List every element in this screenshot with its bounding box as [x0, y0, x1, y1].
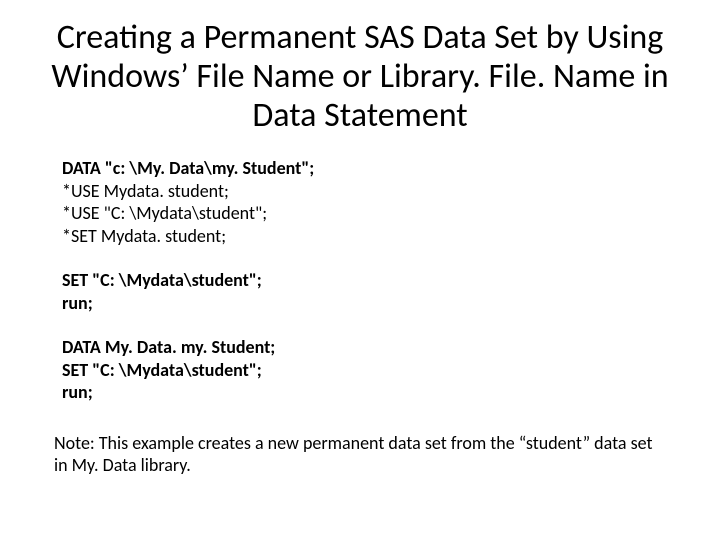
code-line: *USE "C: \Mydata\student";	[62, 202, 670, 225]
code-block-2: SET "C: \Mydata\student"; run;	[62, 269, 670, 314]
code-line: DATA My. Data. my. Student;	[62, 336, 670, 359]
code-block-1: DATA "c: \My. Data\my. Student"; *USE My…	[62, 157, 670, 247]
code-line: DATA "c: \My. Data\my. Student";	[62, 157, 670, 180]
code-line: SET "C: \Mydata\student";	[62, 269, 670, 292]
code-line: SET "C: \Mydata\student";	[62, 359, 670, 382]
code-line: *USE Mydata. student;	[62, 180, 670, 203]
code-line: run;	[62, 292, 670, 315]
code-line: *SET Mydata. student;	[62, 225, 670, 248]
code-block-3: DATA My. Data. my. Student; SET "C: \Myd…	[62, 336, 670, 404]
code-line: run;	[62, 381, 670, 404]
note-text: Note: This example creates a new permane…	[54, 432, 670, 477]
slide-title: Creating a Permanent SAS Data Set by Usi…	[50, 18, 670, 135]
